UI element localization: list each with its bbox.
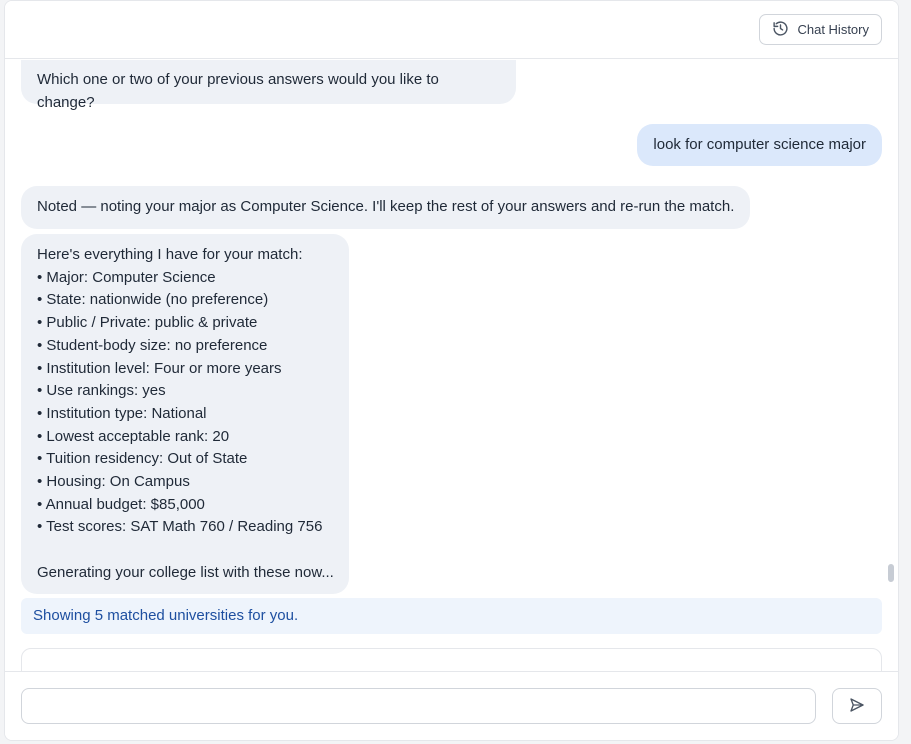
top-bar: Chat History: [5, 1, 898, 59]
chat-history-label: Chat History: [797, 22, 869, 37]
summary-item: • State: nationwide (no preference): [37, 291, 269, 309]
composer: [5, 671, 898, 740]
matched-status-text: Showing 5 matched universities for you.: [33, 607, 299, 624]
summary-item: • Annual budget: $85,000: [37, 495, 205, 513]
summary-footer: Generating your college list with these …: [37, 563, 334, 581]
summary-item: • Major: Computer Science: [37, 268, 216, 286]
user-message: look for computer science major: [637, 124, 882, 166]
summary-item: • Public / Private: public & private: [37, 314, 258, 332]
history-icon: [772, 20, 789, 40]
bot-message: Which one or two of your previous answer…: [21, 60, 516, 111]
bot-message-text: Noted — noting your major as Computer Sc…: [37, 198, 735, 215]
summary-intro: Here's everything I have for your match:: [37, 246, 303, 263]
bot-message: Noted — noting your major as Computer Sc…: [21, 186, 751, 229]
summary-item: • Institution level: Four or more years: [37, 359, 282, 377]
message-list[interactable]: Which one or two of your previous answer…: [5, 60, 898, 671]
match-summary-message: Here's everything I have for your match:…: [21, 234, 349, 594]
send-button[interactable]: [832, 688, 882, 724]
bot-message-text: Which one or two of your previous answer…: [37, 71, 439, 111]
chat-window: Chat History Which one or two of your pr…: [4, 0, 899, 741]
result-card[interactable]: [21, 648, 882, 671]
summary-item: • Use rankings: yes: [37, 382, 166, 400]
summary-item: • Housing: On Campus: [37, 473, 190, 491]
summary-item: • Institution type: National: [37, 404, 207, 422]
scrollbar-thumb[interactable]: [888, 564, 894, 582]
message-input[interactable]: [21, 688, 816, 724]
summary-spacer: [37, 539, 333, 562]
matched-status-banner: Showing 5 matched universities for you.: [21, 598, 882, 634]
summary-item: • Test scores: SAT Math 760 / Reading 75…: [37, 518, 323, 536]
user-message-text: look for computer science major: [653, 136, 866, 153]
chat-history-button[interactable]: Chat History: [759, 14, 882, 45]
summary-item: • Student-body size: no preference: [37, 336, 268, 354]
send-icon: [848, 696, 866, 717]
summary-item: • Lowest acceptable rank: 20: [37, 427, 230, 445]
summary-item: • Tuition residency: Out of State: [37, 450, 248, 468]
